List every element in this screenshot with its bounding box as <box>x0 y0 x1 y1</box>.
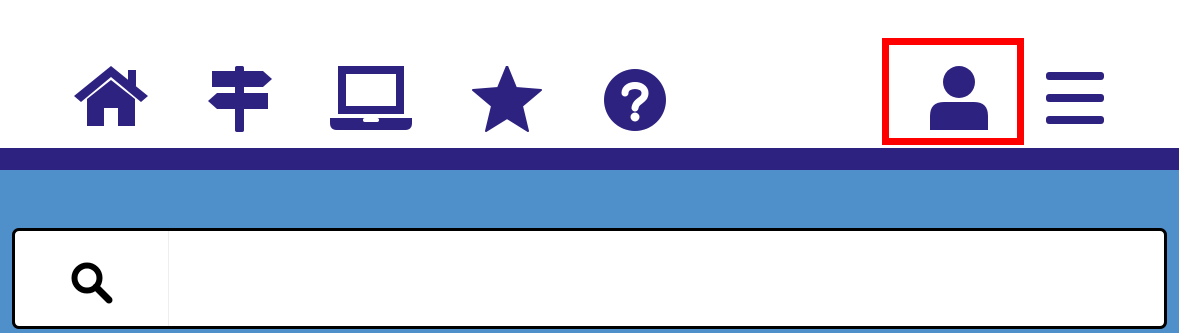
user-icon[interactable] <box>930 66 988 130</box>
laptop-icon[interactable] <box>330 66 412 130</box>
hamburger-menu-icon[interactable] <box>1046 72 1104 124</box>
signpost-icon[interactable] <box>208 66 272 132</box>
header-divider <box>0 148 1179 170</box>
star-icon[interactable] <box>472 66 542 132</box>
search-input[interactable] <box>170 231 1164 326</box>
help-icon[interactable] <box>603 68 667 132</box>
top-navigation-bar <box>0 0 1179 148</box>
home-icon[interactable] <box>74 66 148 128</box>
search-bar <box>12 228 1167 329</box>
search-button[interactable] <box>15 231 169 326</box>
search-icon <box>71 262 113 304</box>
